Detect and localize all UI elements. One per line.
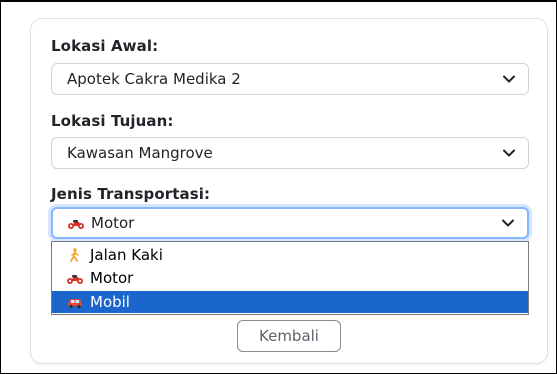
- transport-label: Jenis Transportasi:: [51, 185, 211, 203]
- dropdown-option-label: Mobil: [90, 293, 130, 311]
- chevron-down-icon: [503, 149, 515, 157]
- transport-select[interactable]: Motor: [51, 207, 529, 239]
- origin-label: Lokasi Awal:: [51, 37, 159, 55]
- back-button[interactable]: Kembali: [237, 320, 341, 352]
- transport-dropdown-list: Jalan Kaki Motor Mobil: [51, 241, 529, 315]
- dropdown-option-label: Motor: [90, 269, 134, 287]
- motorcycle-icon: [67, 216, 85, 230]
- car-icon: [66, 295, 84, 309]
- dropdown-option-label: Jalan Kaki: [90, 246, 163, 264]
- destination-select-value: Kawasan Mangrove: [67, 144, 213, 162]
- transport-select-value: Motor: [91, 214, 135, 232]
- origin-select-value: Apotek Cakra Medika 2: [67, 70, 241, 88]
- destination-label: Lokasi Tujuan:: [51, 112, 174, 130]
- dropdown-option-mobil[interactable]: Mobil: [52, 291, 528, 313]
- destination-select[interactable]: Kawasan Mangrove: [51, 137, 529, 169]
- dropdown-option-motor[interactable]: Motor: [52, 267, 528, 289]
- dropdown-option-jalan-kaki[interactable]: Jalan Kaki: [52, 244, 528, 266]
- origin-select[interactable]: Apotek Cakra Medika 2: [51, 63, 529, 95]
- motorcycle-icon: [66, 271, 84, 285]
- chevron-down-icon: [503, 75, 515, 83]
- chevron-down-icon: [502, 219, 514, 227]
- walking-person-icon: [66, 248, 84, 262]
